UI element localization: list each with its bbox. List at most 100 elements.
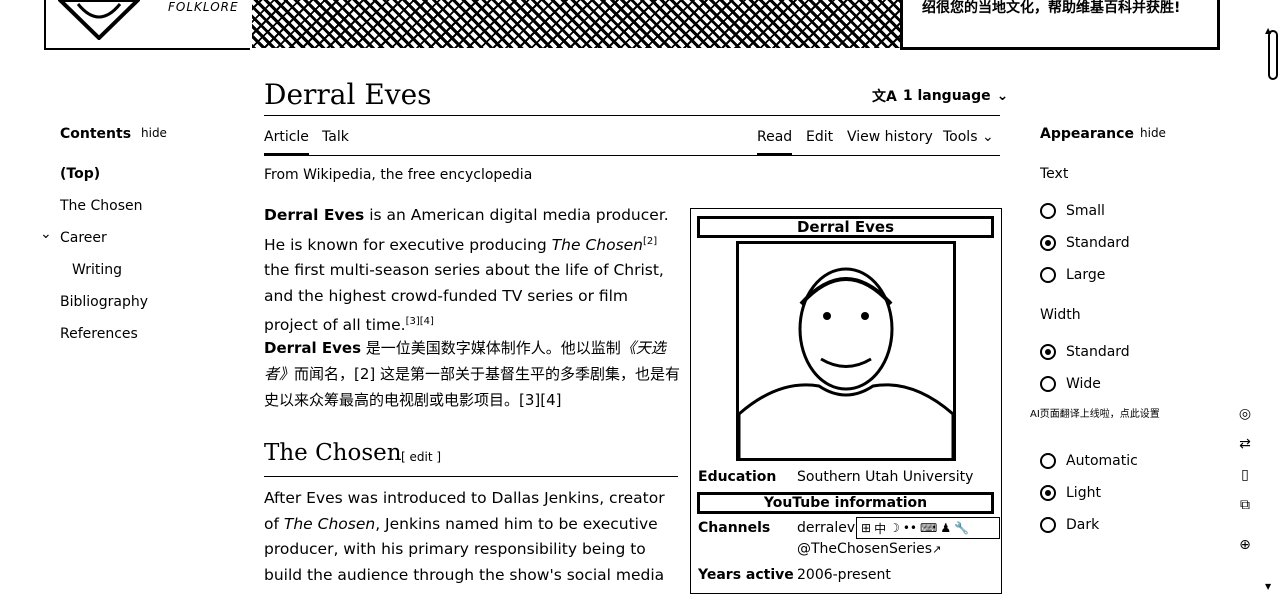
shirt-icon[interactable]: ♟ bbox=[940, 521, 951, 535]
text-size-label: Text bbox=[1040, 166, 1069, 182]
radio-dot bbox=[1040, 203, 1056, 219]
radio-dot bbox=[1040, 267, 1056, 283]
section-heading-the-chosen: The Chosen bbox=[264, 440, 402, 466]
toc-heading: Contents bbox=[60, 126, 132, 142]
portrait-image bbox=[737, 267, 955, 458]
chevron-down-icon[interactable]: ⌄ bbox=[40, 226, 52, 242]
citation-link[interactable]: [2] bbox=[643, 236, 657, 247]
target-icon[interactable]: ◎ bbox=[1236, 405, 1254, 423]
lead-paragraph: Derral Eves is an American digital media… bbox=[264, 203, 684, 339]
extension-toolbar[interactable]: ⊞ 中 ☽ •• ⌨ ♟ 🔧 bbox=[856, 517, 1000, 539]
translated-paragraph: Derral Eves 是一位美国数字媒体制作人。他以监制《天选者》而闻名，[2… bbox=[264, 335, 684, 413]
translated-subject: Derral Eves bbox=[264, 339, 362, 357]
toc-item-references[interactable]: References bbox=[60, 326, 138, 342]
chevron-down-icon: ⌄ bbox=[996, 88, 1009, 104]
toc-item-the-chosen[interactable]: The Chosen bbox=[60, 198, 142, 214]
radio-dot bbox=[1040, 376, 1056, 392]
tab-edit[interactable]: Edit bbox=[806, 129, 833, 145]
wrench-icon[interactable]: 🔧 bbox=[954, 521, 969, 535]
banner-folklore-text: FOLKLORE bbox=[168, 0, 239, 14]
infobox-channels-label: Channels bbox=[698, 520, 771, 536]
tab-tools-label: Tools bbox=[943, 129, 978, 145]
tab-talk[interactable]: Talk bbox=[322, 129, 349, 145]
translate-icon: 文A bbox=[872, 89, 897, 105]
language-button[interactable]: 文A 1 language ⌄ bbox=[872, 86, 1008, 106]
tab-tools[interactable]: Tools ⌄ bbox=[943, 129, 994, 145]
scrollbar-thumb[interactable] bbox=[1268, 30, 1278, 80]
banner-pattern[interactable] bbox=[252, 0, 902, 48]
keyboard-icon[interactable]: ⌨ bbox=[920, 521, 937, 535]
tab-article[interactable]: Article bbox=[264, 129, 309, 155]
lead-text: the first multi-season series about the … bbox=[264, 261, 664, 335]
language-toggle[interactable]: 中 bbox=[874, 520, 886, 537]
appearance-heading: Appearance bbox=[1040, 126, 1134, 142]
infobox-years-value: 2006-present bbox=[797, 567, 891, 583]
radio-label: Standard bbox=[1066, 235, 1130, 251]
infobox-channel-2[interactable]: @TheChosenSeries↗ bbox=[797, 541, 941, 557]
infobox-photo[interactable] bbox=[736, 241, 956, 461]
dots-icon[interactable]: •• bbox=[903, 521, 917, 535]
radio-dot bbox=[1040, 453, 1056, 469]
section-edit-link[interactable]: [ edit ] bbox=[401, 450, 441, 464]
width-wide-radio[interactable]: Wide bbox=[1040, 376, 1101, 392]
radio-label: Wide bbox=[1066, 376, 1101, 392]
title-divider bbox=[264, 115, 1000, 116]
banner-text[interactable]: 绍很您的当地文化，帮助维基百科并获胜! bbox=[922, 0, 1212, 16]
radio-label: Standard bbox=[1066, 344, 1130, 360]
external-link-icon: ↗ bbox=[932, 543, 942, 556]
language-button-label: 1 language bbox=[902, 88, 991, 104]
citation-link[interactable]: [3][4] bbox=[406, 316, 434, 327]
translated-text: 而闻名，[2] 这是第一部关于基督生平的多季剧集，也是有史以来众筹最高的电视剧或… bbox=[264, 365, 681, 409]
section-divider bbox=[264, 476, 678, 477]
text-size-small-radio[interactable]: Small bbox=[1040, 203, 1105, 219]
toc-item-top[interactable]: (Top) bbox=[60, 166, 100, 182]
infobox-title: Derral Eves bbox=[697, 216, 994, 238]
radio-dot bbox=[1040, 485, 1056, 501]
globe-icon[interactable]: ⊕ bbox=[1236, 536, 1254, 554]
radio-label: Large bbox=[1066, 267, 1106, 283]
ai-translation-notice[interactable]: AI页面翻译上线啦，点此设置 bbox=[1030, 405, 1160, 420]
color-light-radio[interactable]: Light bbox=[1040, 485, 1101, 501]
chevron-down-icon: ⌄ bbox=[981, 129, 994, 145]
the-chosen-link[interactable]: The Chosen bbox=[284, 515, 375, 533]
moon-icon[interactable]: ☽ bbox=[889, 521, 900, 535]
width-standard-radio[interactable]: Standard bbox=[1040, 344, 1130, 360]
banner-logo-icon bbox=[58, 0, 140, 40]
scroll-down-icon[interactable]: ▼ bbox=[1265, 582, 1271, 591]
radio-label: Automatic bbox=[1066, 453, 1138, 469]
infobox-education-value[interactable]: Southern Utah University bbox=[797, 469, 973, 485]
lead-subject: Derral Eves bbox=[264, 206, 365, 224]
tab-view-history[interactable]: View history bbox=[847, 129, 933, 145]
color-dark-radio[interactable]: Dark bbox=[1040, 517, 1099, 533]
page-title: Derral Eves bbox=[264, 78, 432, 111]
screenshot-icon[interactable]: ⧉ bbox=[1236, 496, 1254, 514]
tabs-divider bbox=[264, 155, 1000, 156]
appearance-hide-button[interactable]: hide bbox=[1140, 126, 1166, 140]
radio-dot bbox=[1040, 235, 1056, 251]
color-automatic-radio[interactable]: Automatic bbox=[1040, 453, 1138, 469]
infobox-education-label: Education bbox=[698, 469, 777, 485]
book-icon[interactable]: ▯ bbox=[1236, 466, 1254, 484]
infobox-years-label: Years active bbox=[698, 567, 794, 583]
radio-label: Dark bbox=[1066, 517, 1100, 533]
radio-label: Light bbox=[1066, 485, 1101, 501]
toc-item-career[interactable]: Career bbox=[60, 230, 107, 246]
tab-read[interactable]: Read bbox=[757, 129, 793, 155]
radio-dot bbox=[1040, 344, 1056, 360]
translate-icon[interactable]: ⊞ bbox=[861, 521, 871, 535]
infobox-youtube-heading: YouTube information bbox=[697, 492, 994, 514]
translate-icon[interactable]: ⇄ bbox=[1236, 435, 1254, 453]
radio-dot bbox=[1040, 517, 1056, 533]
tagline: From Wikipedia, the free encyclopedia bbox=[264, 167, 533, 183]
width-label: Width bbox=[1040, 307, 1081, 323]
text-size-large-radio[interactable]: Large bbox=[1040, 267, 1105, 283]
toc-item-writing[interactable]: Writing bbox=[72, 262, 122, 278]
text-size-standard-radio[interactable]: Standard bbox=[1040, 235, 1130, 251]
radio-label: Small bbox=[1066, 203, 1105, 219]
translated-text: 是一位美国数字媒体制作人。他以监制 bbox=[361, 339, 621, 357]
toc-hide-button[interactable]: hide bbox=[141, 126, 167, 140]
the-chosen-link[interactable]: The Chosen bbox=[552, 236, 643, 254]
section-paragraph: After Eves was introduced to Dallas Jenk… bbox=[264, 486, 684, 588]
infobox-channel-2-label: @TheChosenSeries bbox=[797, 541, 933, 557]
toc-item-bibliography[interactable]: Bibliography bbox=[60, 294, 148, 310]
